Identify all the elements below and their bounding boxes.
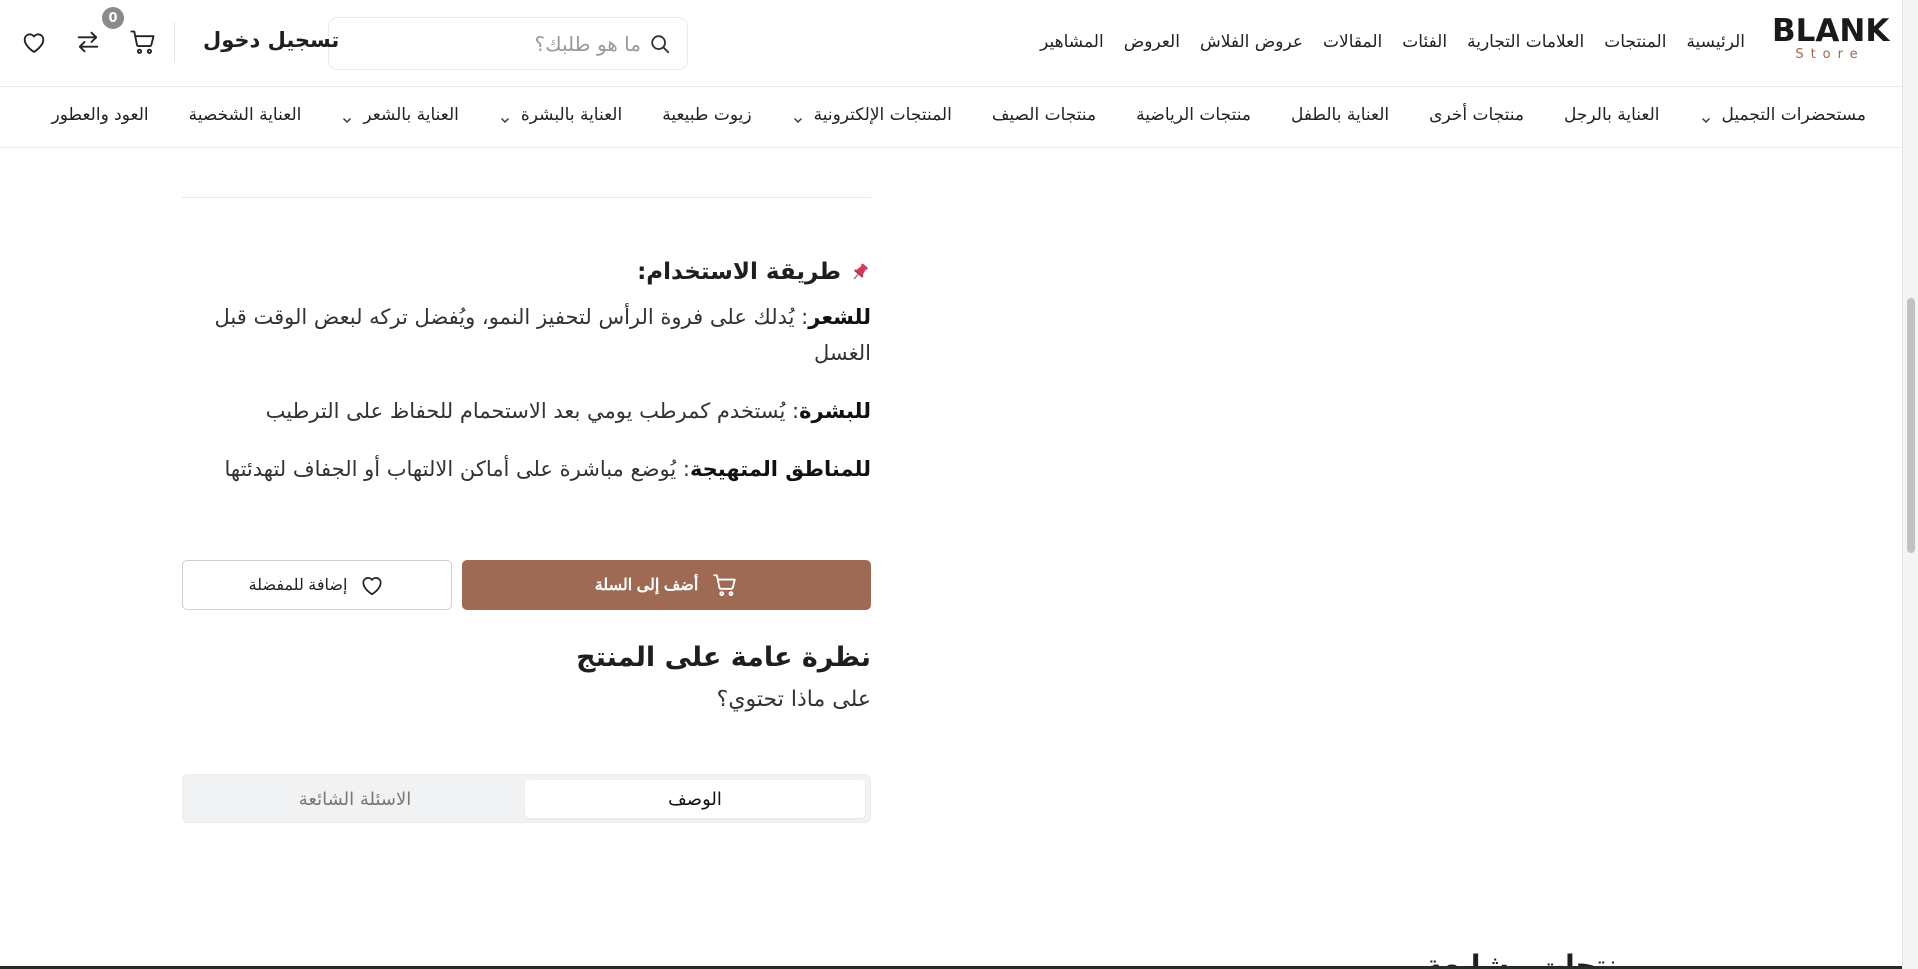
main-nav: الرئيسية المنتجات العلامات التجارية الفئ… xyxy=(1020,30,1745,54)
category-label: العناية بالشعر xyxy=(363,105,459,125)
category-label: زيوت طبيعية xyxy=(662,105,752,125)
nav-offers[interactable]: العروض xyxy=(1124,30,1180,54)
category-label: المنتجات الإلكترونية xyxy=(813,105,952,125)
page-scrollbar[interactable] xyxy=(1902,0,1918,969)
usage-item-label: للشعر xyxy=(808,305,871,329)
category-label: مستحضرات التجميل xyxy=(1721,105,1866,125)
heart-icon xyxy=(362,577,382,596)
scrollbar-thumb[interactable] xyxy=(1907,298,1915,553)
usage-list: للشعر: يُدلك على فروة الرأس لتحفيز النمو… xyxy=(182,299,871,509)
nav-products[interactable]: المنتجات xyxy=(1604,30,1666,54)
category-personal-care[interactable]: العناية الشخصية xyxy=(189,103,302,127)
usage-item-hair: للشعر: يُدلك على فروة الرأس لتحفيز النمو… xyxy=(182,299,871,371)
category-skin-care[interactable]: العناية بالبشرة xyxy=(499,103,622,127)
heart-icon xyxy=(23,33,45,53)
compare-arrows-icon xyxy=(77,31,99,53)
category-label: منتجات أخرى xyxy=(1429,105,1524,125)
category-other-products[interactable]: منتجات أخرى xyxy=(1429,103,1524,127)
store-logo[interactable]: BLANK Store xyxy=(1772,13,1890,62)
usage-item-label: للبشرة xyxy=(799,399,871,423)
cart-icon xyxy=(713,574,736,597)
usage-title-text: طريقة الاستخدام: xyxy=(637,259,841,285)
section-divider xyxy=(182,197,871,198)
tab-description[interactable]: الوصف xyxy=(525,780,865,818)
category-hair-care[interactable]: العناية بالشعر xyxy=(341,103,459,127)
header-divider xyxy=(174,22,175,62)
site-header: BLANK Store الرئيسية المنتجات العلامات ا… xyxy=(0,0,1902,87)
usage-title: طريقة الاستخدام: xyxy=(637,259,871,285)
nav-brands[interactable]: العلامات التجارية xyxy=(1467,30,1584,54)
search-icon[interactable] xyxy=(649,33,671,55)
tab-faq[interactable]: الاسئلة الشائعة xyxy=(185,780,525,818)
category-label: العود والعطور xyxy=(51,105,149,125)
chevron-down-icon xyxy=(1700,109,1712,123)
category-summer[interactable]: منتجات الصيف xyxy=(992,103,1096,127)
cart-button[interactable] xyxy=(127,26,159,58)
usage-item-text: : يُدلك على فروة الرأس لتحفيز النمو، ويُ… xyxy=(214,305,871,365)
usage-item-text: : يُوضع مباشرة على أماكن الالتهاب أو الج… xyxy=(224,457,690,481)
logo-sub-text: Store xyxy=(1795,47,1865,62)
usage-item-text: : يُستخدم كمرطب يومي بعد الاستحمام للحفا… xyxy=(265,399,800,423)
category-label: العناية بالرجل xyxy=(1564,105,1660,125)
category-electronics[interactable]: المنتجات الإلكترونية xyxy=(792,103,952,127)
category-bar: مستحضرات التجميل العناية بالرجل منتجات أ… xyxy=(0,88,1902,148)
nav-categories[interactable]: الفئات xyxy=(1402,30,1447,54)
category-label: العناية بالبشرة xyxy=(520,105,623,125)
cart-icon xyxy=(130,30,155,54)
category-cosmetics[interactable]: مستحضرات التجميل xyxy=(1700,103,1866,127)
category-label: منتجات الرياضية xyxy=(1136,105,1251,125)
category-men-care[interactable]: العناية بالرجل xyxy=(1564,103,1660,127)
cart-count-badge: 0 xyxy=(102,7,124,29)
nav-home[interactable]: الرئيسية xyxy=(1686,30,1745,54)
add-to-cart-button[interactable]: أضف إلى السلة xyxy=(462,560,871,610)
login-link[interactable]: تسجيل دخول xyxy=(203,28,339,52)
category-oud-perfumes[interactable]: العود والعطور xyxy=(52,103,149,127)
add-to-cart-label: أضف إلى السلة xyxy=(594,577,699,594)
usage-item-irritated-areas: للمناطق المتهيجة: يُوضع مباشرة على أماكن… xyxy=(182,451,871,487)
chevron-down-icon xyxy=(499,109,511,123)
pushpin-icon xyxy=(849,261,871,283)
chevron-down-icon xyxy=(341,109,353,123)
usage-item-skin: للبشرة: يُستخدم كمرطب يومي بعد الاستحمام… xyxy=(182,393,871,429)
nav-articles[interactable]: المقالات xyxy=(1323,30,1382,54)
search-input[interactable] xyxy=(351,28,641,60)
category-sports[interactable]: منتجات الرياضية xyxy=(1136,103,1251,127)
wishlist-button[interactable] xyxy=(18,26,50,58)
category-label: منتجات الصيف xyxy=(991,105,1097,125)
overview-subtitle: على ماذا تحتوي؟ xyxy=(716,687,871,712)
product-tabs: الوصف الاسئلة الشائعة xyxy=(182,774,871,823)
category-label: العناية بالطفل xyxy=(1290,105,1390,125)
category-natural-oils[interactable]: زيوت طبيعية xyxy=(662,103,751,127)
logo-main-text: BLANK xyxy=(1772,13,1890,49)
chevron-down-icon xyxy=(792,109,804,123)
category-label: العناية الشخصية xyxy=(188,105,302,125)
compare-button[interactable] xyxy=(72,26,104,58)
category-baby-care[interactable]: العناية بالطفل xyxy=(1291,103,1389,127)
search-box xyxy=(328,17,688,70)
nav-celebrities[interactable]: المشاهير xyxy=(1040,30,1104,54)
category-list: مستحضرات التجميل العناية بالرجل منتجات أ… xyxy=(52,103,1866,127)
add-to-wishlist-label: إضافة للمفضلة xyxy=(248,577,348,594)
nav-flash-offers[interactable]: عروض الفلاش xyxy=(1200,30,1303,54)
add-to-wishlist-button[interactable]: إضافة للمفضلة xyxy=(182,560,452,610)
usage-item-label: للمناطق المتهيجة xyxy=(689,457,871,481)
overview-title: نظرة عامة على المنتج xyxy=(576,642,871,673)
product-details: طريقة الاستخدام: للشعر: يُدلك على فروة ا… xyxy=(182,149,871,969)
